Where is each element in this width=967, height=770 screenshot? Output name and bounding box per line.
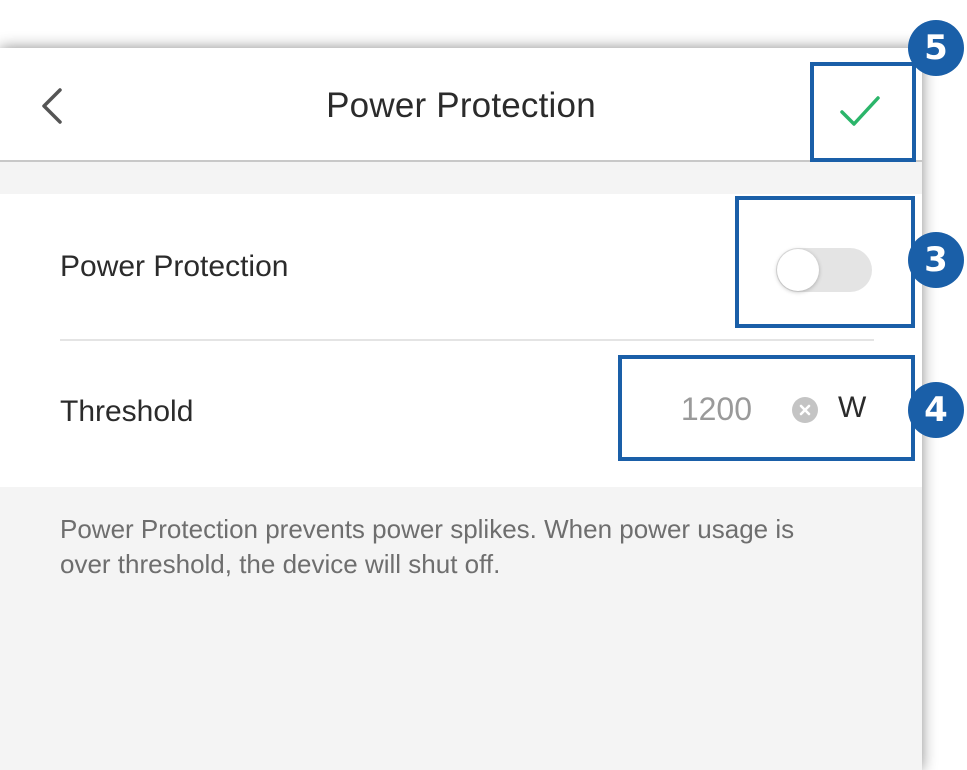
callout-badge-3: 3 <box>908 232 964 288</box>
toggle-highlight-box <box>735 196 915 328</box>
callout-badge-4: 4 <box>908 382 964 438</box>
tutorial-screenshot: Power Protection Power Protection Thresh… <box>0 0 967 770</box>
threshold-highlight-box <box>618 355 915 461</box>
callout-badge-5: 5 <box>908 20 964 76</box>
page-title: Power Protection <box>326 86 596 125</box>
confirm-highlight-box <box>810 62 916 162</box>
help-text: Power Protection prevents power splikes.… <box>60 514 795 579</box>
navigation-bar: Power Protection <box>0 48 922 162</box>
power-protection-label: Power Protection <box>60 250 289 283</box>
threshold-label: Threshold <box>60 395 194 428</box>
